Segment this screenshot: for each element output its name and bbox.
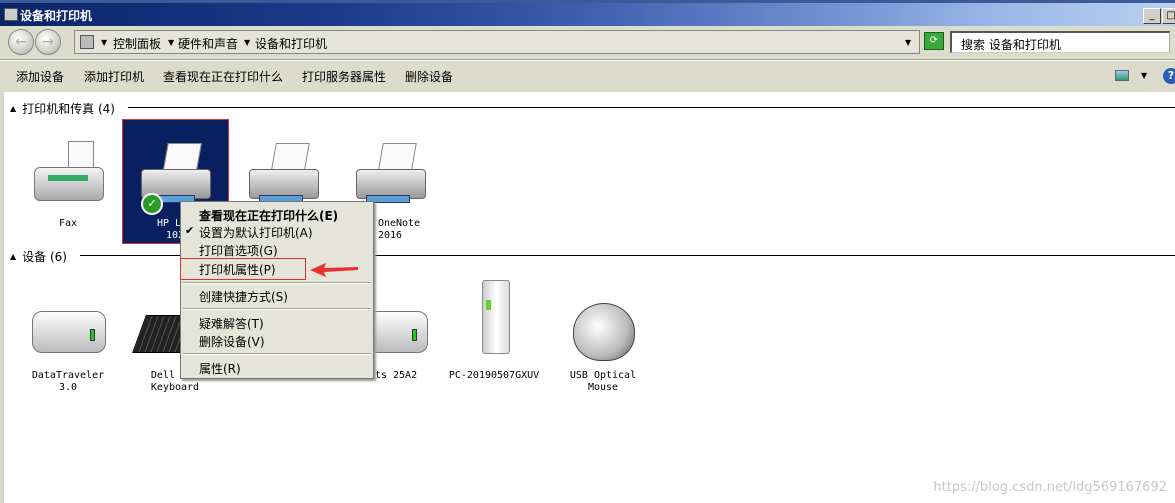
watermark: https://blog.csdn.net/ldg569167692 (933, 480, 1167, 495)
command-bar: 添加设备 添加打印机 查看现在正在打印什么 打印服务器属性 删除设备 ▼ ? (0, 61, 1175, 92)
history-dropdown-icon[interactable]: ▼ (905, 38, 911, 47)
menu-item-see-printing[interactable]: 查看现在正在打印什么(E) (199, 207, 338, 224)
crumb-devices-printers[interactable]: 设备和打印机 (255, 35, 327, 52)
add-device-button[interactable]: 添加设备 (16, 68, 64, 85)
collapse-icon[interactable]: ▲ (10, 104, 16, 113)
device-label: Fax (58, 218, 78, 229)
chevron-down-icon[interactable]: ▼ (1141, 71, 1147, 80)
title-bar: 设备和打印机 _ □ (0, 0, 1175, 26)
device-label: Keyboard (150, 382, 200, 393)
group-header-printers[interactable]: ▲ 打印机和传真 (4) (10, 100, 115, 117)
device-computer[interactable]: PC-20190507GXUV (441, 280, 547, 382)
annotation-box (180, 258, 306, 280)
menu-item-troubleshoot[interactable]: 疑难解答(T) (199, 315, 264, 332)
context-menu: 查看现在正在打印什么(E) ✔ 设置为默认打印机(A) 打印首选项(G) 打印机… (180, 201, 374, 379)
menu-item-set-default[interactable]: 设置为默认打印机(A) (199, 224, 313, 241)
see-whats-printing-button[interactable]: 查看现在正在打印什么 (163, 68, 283, 85)
divider (128, 107, 1175, 108)
add-printer-button[interactable]: 添加打印机 (84, 68, 144, 85)
group-header-devices[interactable]: ▲ 设备 (6) (10, 248, 67, 265)
annotation-arrow-icon (310, 263, 358, 277)
remove-device-button[interactable]: 删除设备 (405, 68, 453, 85)
refresh-button[interactable]: ⟳ (924, 32, 944, 50)
device-label: USB Optical (569, 370, 637, 381)
menu-separator (183, 282, 371, 284)
device-label: Mouse (587, 382, 619, 393)
device-label: DataTraveler (31, 370, 105, 381)
menu-item-remove-device[interactable]: 删除设备(V) (199, 333, 265, 350)
breadcrumb[interactable]: ▼ 控制面板 ▼ 硬件和声音 ▼ 设备和打印机 ▼ (74, 30, 920, 54)
location-icon (80, 35, 94, 49)
menu-separator (183, 353, 371, 355)
print-server-properties-button[interactable]: 打印服务器属性 (302, 68, 386, 85)
forward-button[interactable]: → (35, 29, 61, 55)
chevron-down-icon[interactable]: ▼ (244, 38, 250, 47)
device-fax[interactable]: Fax (15, 137, 121, 230)
view-options-icon[interactable] (1115, 70, 1129, 81)
window-title: 设备和打印机 (20, 9, 93, 23)
group-label: 设备 (6) (22, 250, 67, 264)
device-label: PC-20190507GXUV (448, 370, 540, 381)
menu-item-create-shortcut[interactable]: 创建快捷方式(S) (199, 288, 288, 305)
address-bar: ← → ▼ 控制面板 ▼ 硬件和声音 ▼ 设备和打印机 ▼ ⟳ 搜索 设备和打印… (0, 26, 1175, 60)
help-icon[interactable]: ? (1163, 68, 1175, 84)
crumb-hardware-sound[interactable]: 硬件和声音 (178, 35, 238, 52)
default-check-icon: ✓ (141, 193, 163, 215)
fax-icon (28, 137, 108, 212)
mouse-icon (563, 289, 643, 364)
minimize-button[interactable]: _ (1143, 8, 1161, 24)
device-datatraveler[interactable]: DataTraveler 3.0 (15, 289, 121, 394)
search-input[interactable]: 搜索 设备和打印机 (950, 31, 1170, 53)
maximize-button[interactable]: □ (1162, 8, 1175, 24)
crumb-control-panel[interactable]: 控制面板 (113, 35, 161, 52)
chevron-down-icon[interactable]: ▼ (101, 38, 107, 47)
menu-item-properties[interactable]: 属性(R) (199, 360, 241, 377)
collapse-icon[interactable]: ▲ (10, 252, 16, 261)
drive-icon (28, 289, 108, 364)
group-label: 打印机和传真 (4) (22, 102, 115, 116)
checkmark-icon: ✔ (185, 224, 195, 237)
back-button[interactable]: ← (8, 29, 34, 55)
menu-item-preferences[interactable]: 打印首选项(G) (199, 242, 278, 259)
menu-separator (183, 308, 371, 310)
device-label: 3.0 (58, 382, 78, 393)
devices-printers-icon (4, 8, 18, 21)
device-mouse[interactable]: USB Optical Mouse (550, 289, 656, 394)
chevron-down-icon[interactable]: ▼ (168, 38, 174, 47)
computer-icon (454, 280, 534, 364)
